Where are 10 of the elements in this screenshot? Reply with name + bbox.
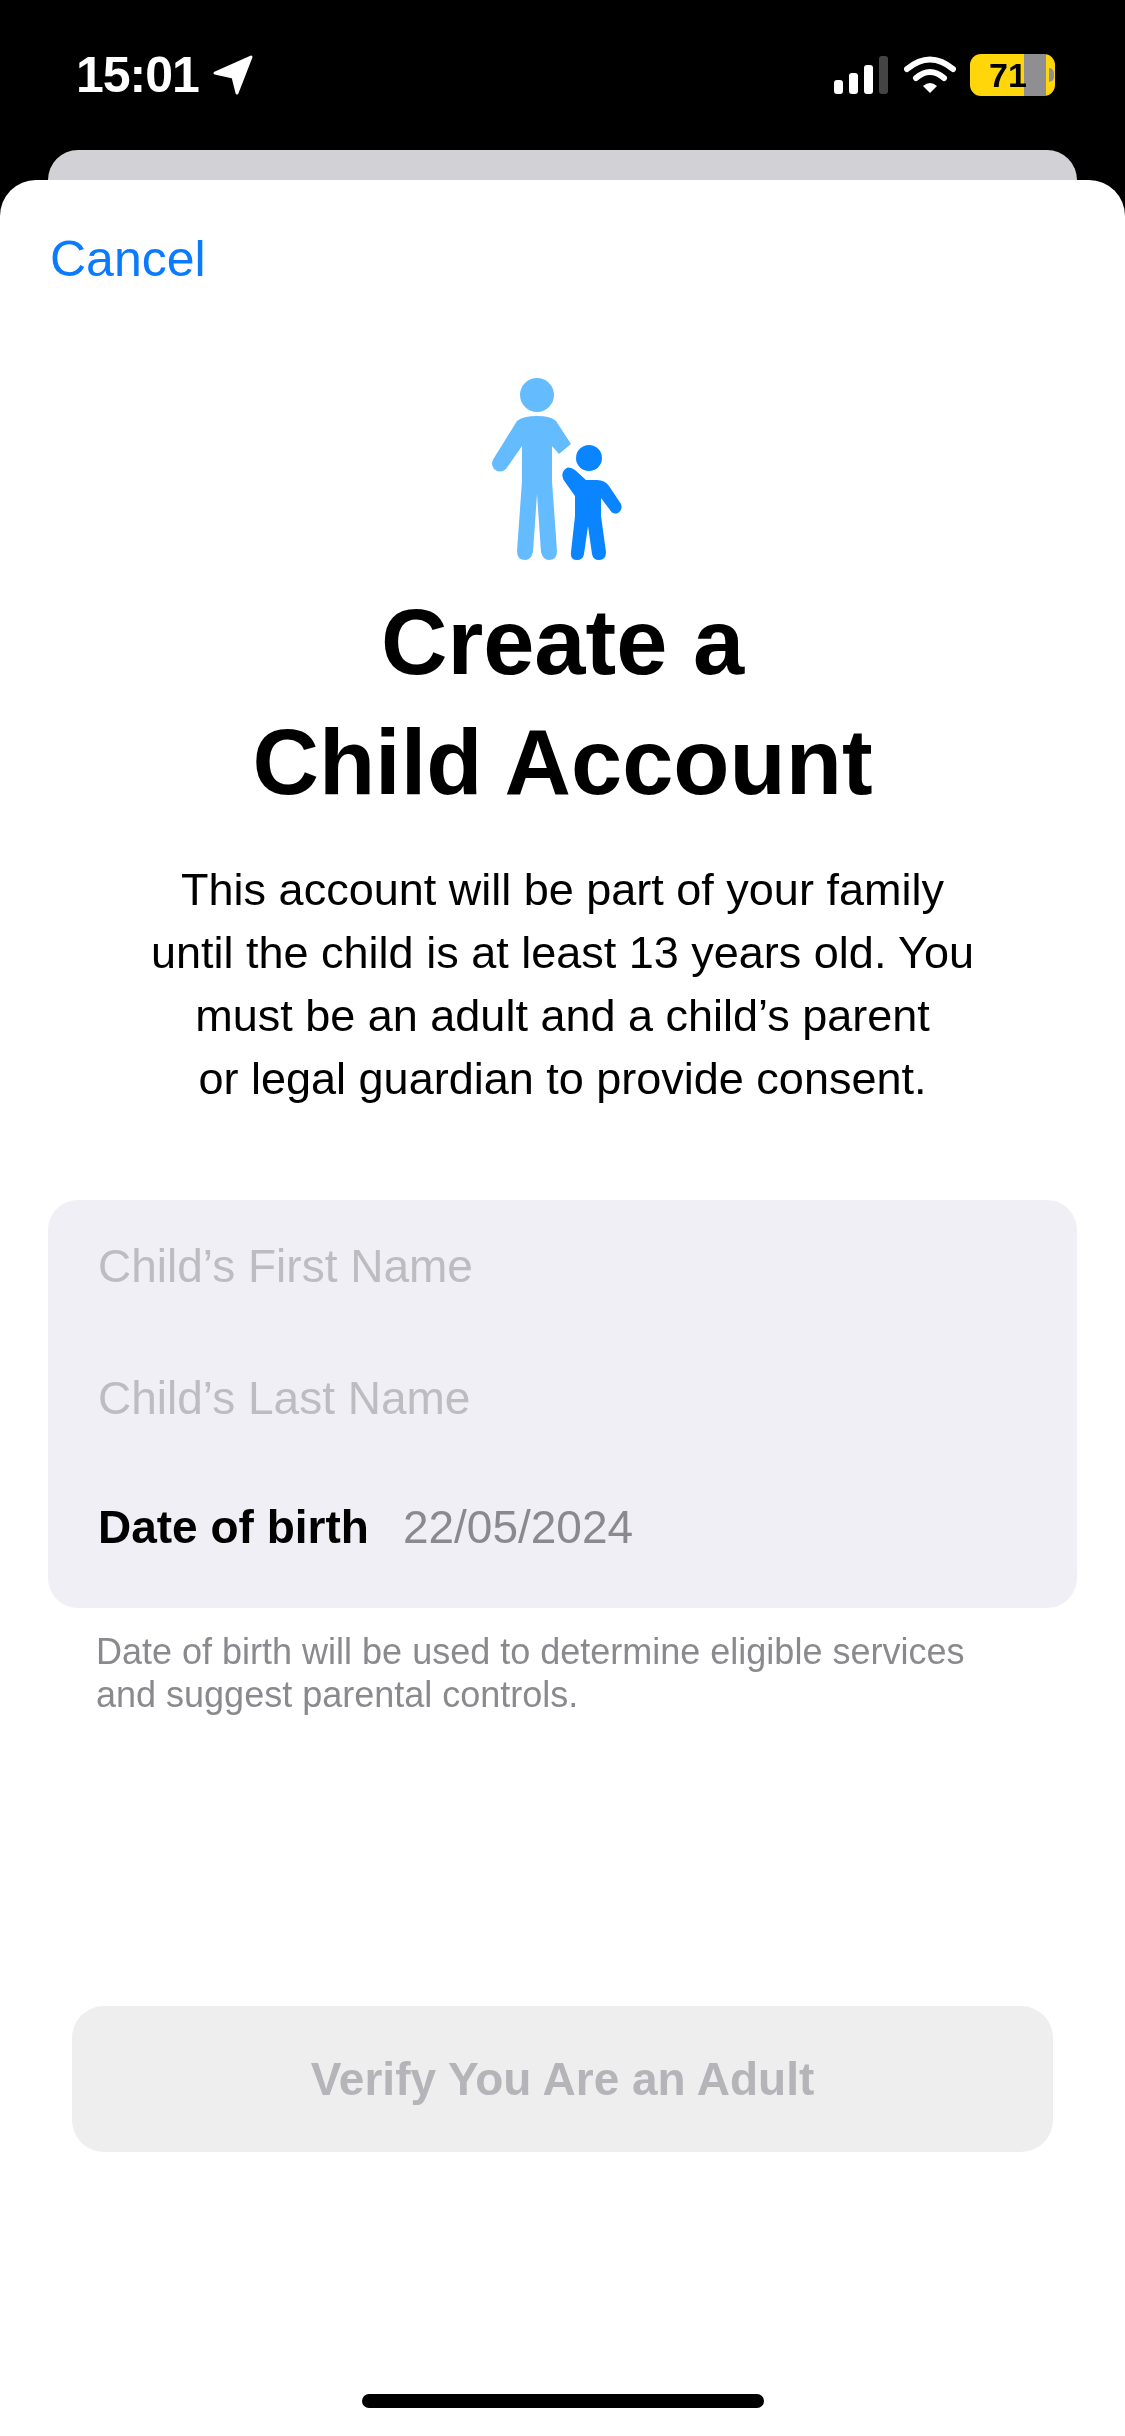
signal-icon: [834, 56, 890, 94]
date-of-birth-label: Date of birth: [98, 1500, 369, 1554]
title: Create a Child Account: [251, 590, 874, 815]
date-of-birth-value[interactable]: 22/05/2024: [402, 1500, 634, 1554]
time: 15:01: [76, 46, 199, 104]
description: This account will be part of your family until the child is at least 13 years old. You must be an adult and a child’s parent or legal guardian to provide consent.: [150, 863, 975, 1106]
cancel-button[interactable]: Cancel: [50, 230, 206, 288]
wifi-icon: [904, 56, 956, 94]
battery-icon: 71: [970, 54, 1055, 96]
footnote: Date of birth will be used to determine eligible services and suggest parental controls.: [96, 1630, 966, 1716]
